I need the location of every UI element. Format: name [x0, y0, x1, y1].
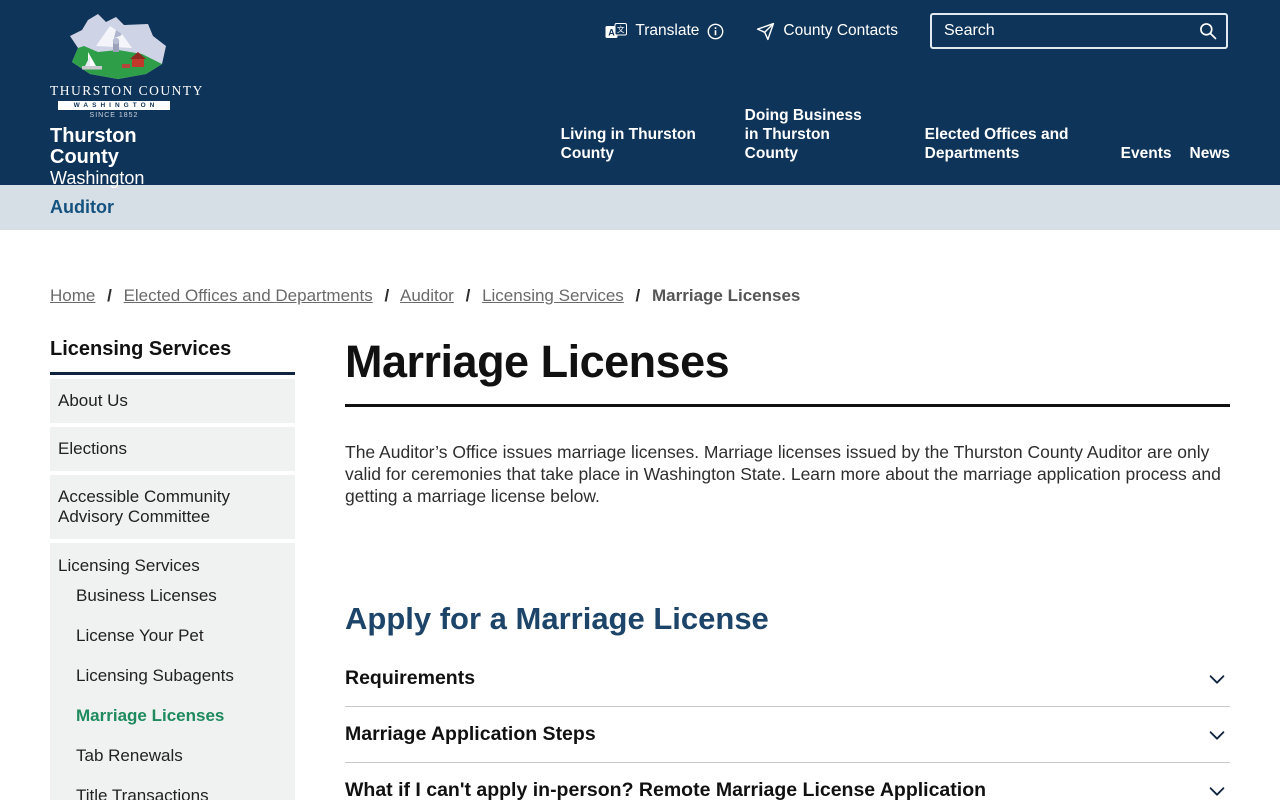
site-state: Washington — [50, 168, 145, 188]
section-title: Apply for a Marriage License — [345, 601, 769, 636]
sidebar-item-licensing-subagents[interactable]: Licensing Subagents — [50, 656, 295, 696]
sidebar-item-title-transactions[interactable]: Title Transactions — [50, 776, 295, 800]
search-icon[interactable] — [1198, 21, 1218, 41]
nav-events[interactable]: Events — [1121, 144, 1172, 163]
seal-title: THURSTON COUNTY — [50, 83, 204, 98]
nav-elected-offices[interactable]: Elected Offices and Departments — [925, 125, 1075, 163]
sidebar-title: Licensing Services — [50, 338, 295, 375]
breadcrumb-auditor[interactable]: Auditor — [400, 286, 454, 305]
breadcrumb-current: Marriage Licenses — [652, 286, 801, 305]
accordion-label: Marriage Application Steps — [345, 723, 596, 745]
sidebar-item-marriage-licenses[interactable]: Marriage Licenses — [50, 696, 295, 736]
department-bar: Auditor — [0, 185, 1280, 230]
sidebar-item-tab-renewals[interactable]: Tab Renewals — [50, 736, 295, 776]
seal-since: SINCE 1852 — [89, 112, 139, 119]
breadcrumb-licensing-services[interactable]: Licensing Services — [482, 286, 624, 305]
sidebar-item-elections[interactable]: Elections — [50, 427, 295, 471]
chevron-down-icon — [1209, 730, 1225, 740]
chevron-down-icon — [1209, 674, 1225, 684]
breadcrumb: Home / Elected Offices and Departments /… — [50, 286, 1230, 306]
sidebar-item-about-us[interactable]: About Us — [50, 379, 295, 423]
sidebar-item-license-your-pet[interactable]: License Your Pet — [50, 616, 295, 656]
info-icon[interactable] — [707, 23, 724, 40]
county-contacts-link[interactable]: County Contacts — [756, 22, 898, 41]
nav-news[interactable]: News — [1190, 144, 1231, 163]
seal-band: WASHINGTON — [58, 101, 170, 110]
utility-row: A 文 Translate County Contacts — [605, 13, 1228, 49]
accordion-requirements[interactable]: Requirements — [345, 651, 1230, 707]
county-contacts-label: County Contacts — [783, 22, 898, 39]
translate-label: Translate — [635, 22, 700, 39]
title-divider — [345, 404, 1230, 407]
svg-text:文: 文 — [617, 24, 625, 34]
translate-button[interactable]: A 文 Translate — [605, 22, 724, 40]
search-box[interactable] — [930, 13, 1228, 49]
nav-doing-business[interactable]: Doing Business in Thurston County — [745, 106, 879, 163]
sidebar-item-licensing-services[interactable]: Licensing Services — [50, 556, 295, 576]
accordion-label: Requirements — [345, 667, 476, 689]
svg-text:A: A — [609, 27, 616, 37]
site-header: THURSTON COUNTY WASHINGTON SINCE 1852 Th… — [0, 0, 1280, 188]
chevron-down-icon — [1209, 786, 1225, 796]
county-seal-icon — [70, 14, 166, 79]
main-column: Marriage Licenses The Auditor’s Office i… — [345, 338, 1230, 800]
breadcrumb-separator: / — [635, 286, 641, 305]
accordion-list: Requirements Marriage Application Steps … — [345, 651, 1230, 800]
accordion-remote-application[interactable]: What if I can't apply in-person? Remote … — [345, 763, 1230, 800]
content-area: Licensing Services About Us Elections Ac… — [0, 338, 1280, 800]
sidebar-item-accessible-community-advisory-committee[interactable]: Accessible Community Advisory Committee — [50, 475, 295, 539]
translate-icon: A 文 — [605, 22, 628, 38]
search-input[interactable] — [944, 22, 1198, 40]
page-title: Marriage Licenses — [345, 336, 730, 387]
intro-paragraph: The Auditor’s Office issues marriage lic… — [345, 442, 1221, 506]
site-name: Thurston County — [50, 125, 137, 168]
breadcrumb-separator: / — [107, 286, 112, 305]
breadcrumb-elected-offices[interactable]: Elected Offices and Departments — [124, 286, 373, 305]
sidebar: Licensing Services About Us Elections Ac… — [50, 338, 295, 800]
sidebar-group-licensing-services: Licensing Services Business Licenses Lic… — [50, 543, 295, 800]
sidebar-item-business-licenses[interactable]: Business Licenses — [50, 576, 295, 616]
accordion-marriage-application-steps[interactable]: Marriage Application Steps — [345, 707, 1230, 763]
breadcrumb-separator: / — [465, 286, 471, 305]
breadcrumb-home[interactable]: Home — [50, 286, 95, 305]
site-logo[interactable]: THURSTON COUNTY WASHINGTON SINCE 1852 Th… — [50, 12, 210, 188]
breadcrumb-separator: / — [384, 286, 390, 305]
accordion-label: What if I can't apply in-person? Remote … — [345, 779, 987, 800]
main-nav: Living in Thurston County Doing Business… — [561, 106, 1230, 163]
nav-living-in-thurston-county[interactable]: Living in Thurston County — [561, 125, 699, 163]
send-icon — [757, 22, 775, 40]
department-link[interactable]: Auditor — [50, 197, 114, 218]
